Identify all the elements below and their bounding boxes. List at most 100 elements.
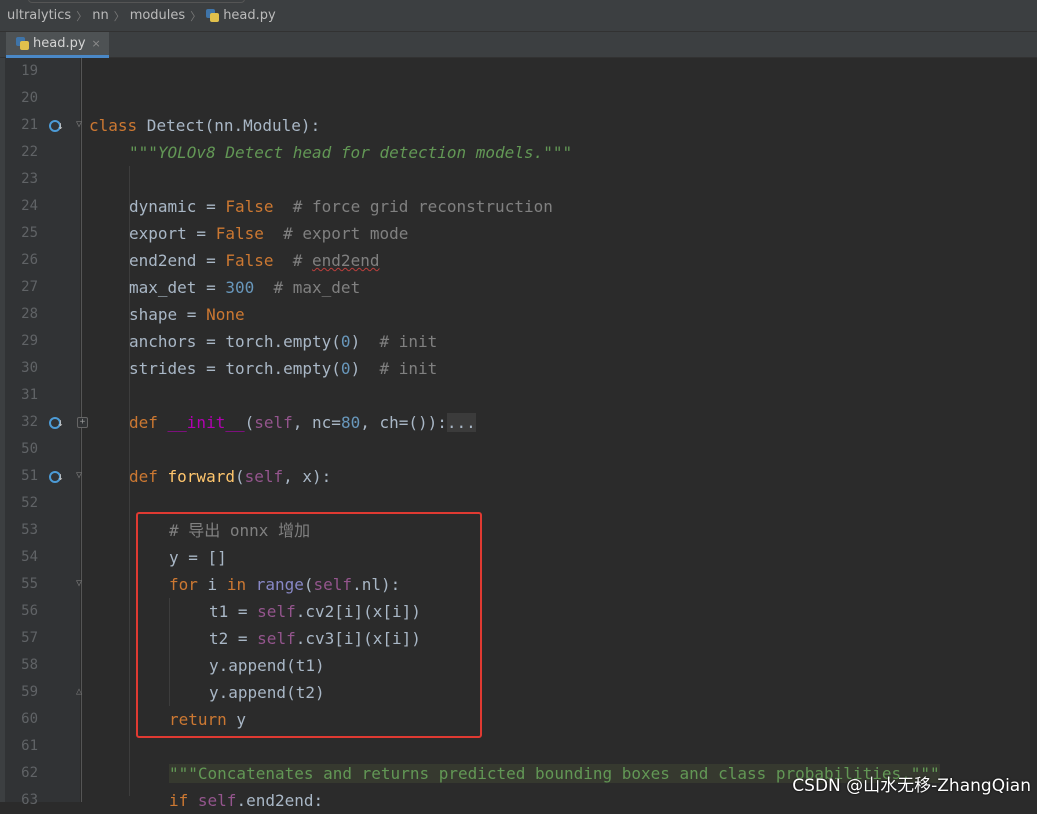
python-file-icon: [16, 37, 29, 50]
annotation-highlight-box: [136, 512, 482, 738]
line-number: 19: [21, 63, 38, 79]
literal-none: None: [206, 305, 245, 324]
self-keyword: self: [244, 467, 284, 486]
comment-typo: end2end: [312, 251, 380, 270]
arrow-down-icon: ↓: [57, 416, 64, 429]
literal-false: False: [225, 197, 274, 216]
line-number: 22: [21, 144, 38, 160]
arrow-down-icon: ↓: [57, 470, 64, 483]
code-line-22[interactable]: """YOLOv8 Detect head for detection mode…: [129, 139, 572, 166]
line-number: 56: [21, 603, 38, 619]
code-text: (: [244, 413, 255, 432]
line-number: 51: [21, 468, 38, 484]
tab-head-py[interactable]: head.py ×: [6, 32, 109, 58]
line-number: 57: [21, 630, 38, 646]
code-text: dynamic =: [129, 197, 226, 216]
fold-arrow-icon[interactable]: ▽: [76, 579, 82, 589]
breadcrumb: ultralytics 〉 nn 〉 modules 〉 head.py: [0, 0, 1037, 32]
line-number: 27: [21, 279, 38, 295]
number-literal: 0: [340, 332, 351, 351]
line-number: 25: [21, 225, 38, 241]
line-number: 28: [21, 306, 38, 322]
keyword-if: if: [169, 791, 189, 810]
chevron-right-icon: 〉: [76, 9, 88, 23]
fold-end-icon[interactable]: △: [76, 687, 82, 697]
number-literal: 300: [225, 278, 255, 297]
code-line-26[interactable]: end2end = False # end2end: [129, 247, 379, 274]
line-number: 60: [21, 711, 38, 727]
tab-label: head.py: [33, 36, 86, 51]
code-line-30[interactable]: strides = torch.empty(0) # init: [129, 355, 437, 382]
keyword-def: def: [129, 413, 168, 432]
comment: # export mode: [263, 224, 409, 243]
line-number: 52: [21, 495, 38, 511]
line-number: 54: [21, 549, 38, 565]
line-number: 58: [21, 657, 38, 673]
comment: # max_det: [254, 278, 361, 297]
code-text: strides = torch.empty(: [129, 359, 341, 378]
breadcrumb-item-modules[interactable]: modules: [130, 8, 186, 23]
comment: #: [273, 251, 313, 270]
code-line-29[interactable]: anchors = torch.empty(0) # init: [129, 328, 437, 355]
code-line-24[interactable]: dynamic = False # force grid reconstruct…: [129, 193, 553, 220]
line-number: 53: [21, 522, 38, 538]
number-literal: 0: [340, 359, 351, 378]
self-keyword: self: [254, 413, 293, 432]
close-icon[interactable]: ×: [92, 37, 101, 50]
code-text: ): [350, 359, 361, 378]
folded-region[interactable]: ...: [446, 413, 476, 432]
fold-arrow-icon[interactable]: ▽: [76, 120, 82, 130]
line-number: 23: [21, 171, 38, 187]
line-number: 63: [21, 792, 38, 808]
code-line-32[interactable]: def __init__(self, nc=80, ch=()):...: [129, 409, 476, 436]
line-number: 29: [21, 333, 38, 349]
line-number: 21: [21, 117, 38, 133]
code-text: , nc=: [292, 413, 341, 432]
fold-arrow-icon[interactable]: ▽: [76, 471, 82, 481]
code-text: shape =: [129, 305, 207, 324]
editor-tab-bar: head.py ×: [0, 32, 1037, 58]
watermark: CSDN @山水无移-ZhangQian: [792, 776, 1031, 796]
self-keyword: self: [197, 791, 237, 810]
arrow-down-icon: ↓: [57, 119, 64, 132]
line-number: 55: [21, 576, 38, 592]
line-number: 62: [21, 765, 38, 781]
chevron-right-icon: 〉: [113, 9, 125, 23]
number-literal: 80: [340, 413, 361, 432]
comment: # force grid reconstruction: [273, 197, 553, 216]
line-number: 32: [21, 414, 38, 430]
code-text: ): [350, 332, 361, 351]
code-text: , x):: [283, 467, 332, 486]
line-number: 61: [21, 738, 38, 754]
code-line-27[interactable]: max_det = 300 # max_det: [129, 274, 360, 301]
line-number: 30: [21, 360, 38, 376]
line-number: 24: [21, 198, 38, 214]
keyword-def: def: [129, 467, 168, 486]
line-number: 50: [21, 441, 38, 457]
line-number: 20: [21, 90, 38, 106]
code-line-25[interactable]: export = False # export mode: [129, 220, 408, 247]
keyword-class: class: [89, 116, 138, 135]
breadcrumb-item-nn[interactable]: nn: [92, 8, 108, 23]
line-number: 59: [21, 684, 38, 700]
code-line-51[interactable]: def forward(self, x):: [129, 463, 331, 490]
docstring: """YOLOv8 Detect head for detection mode…: [129, 143, 573, 162]
comment: # init: [360, 332, 438, 351]
code-text: max_det =: [129, 278, 226, 297]
breadcrumb-item-head-py[interactable]: head.py: [206, 8, 276, 23]
breadcrumb-item-ultralytics[interactable]: ultralytics: [7, 8, 71, 23]
tab-outline: [28, 0, 245, 3]
code-line-63[interactable]: if self.end2end:: [169, 787, 323, 814]
literal-false: False: [215, 224, 264, 243]
code-line-21[interactable]: class Detect(nn.Module):: [89, 112, 320, 139]
line-number: 31: [21, 387, 38, 403]
code-line-28[interactable]: shape = None: [129, 301, 245, 328]
line-number: 26: [21, 252, 38, 268]
function-name: forward: [167, 467, 235, 486]
chevron-right-icon: 〉: [190, 9, 202, 23]
expand-fold-icon[interactable]: +: [77, 417, 88, 428]
code-text: .end2end:: [236, 791, 324, 810]
code-text: end2end =: [129, 251, 226, 270]
breadcrumb-file-label: head.py: [223, 8, 276, 23]
